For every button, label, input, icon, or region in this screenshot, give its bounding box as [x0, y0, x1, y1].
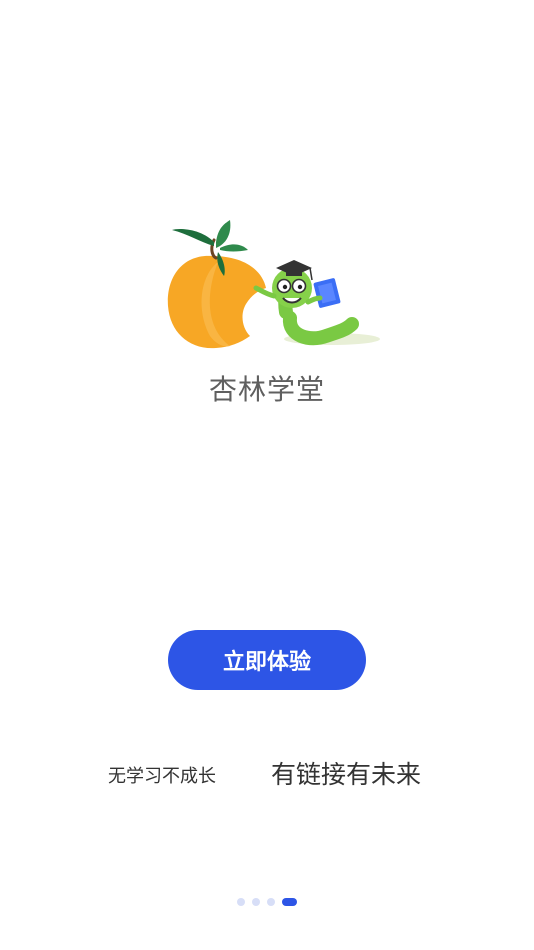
page-dot: [237, 898, 245, 906]
page-dot: [252, 898, 260, 906]
apricot-icon: [167, 220, 266, 349]
slogan-left: 无学习不成长: [108, 766, 216, 787]
start-experience-button[interactable]: 立即体验: [168, 630, 366, 690]
bookworm-icon: [253, 260, 359, 346]
page-dot: [267, 898, 275, 906]
slogan-right: 有链接有未来: [271, 760, 422, 789]
page-dot-active: [282, 898, 297, 906]
app-logo: [167, 220, 380, 349]
page-indicator: [0, 898, 534, 906]
app-name-text: 杏林学堂: [208, 373, 325, 406]
